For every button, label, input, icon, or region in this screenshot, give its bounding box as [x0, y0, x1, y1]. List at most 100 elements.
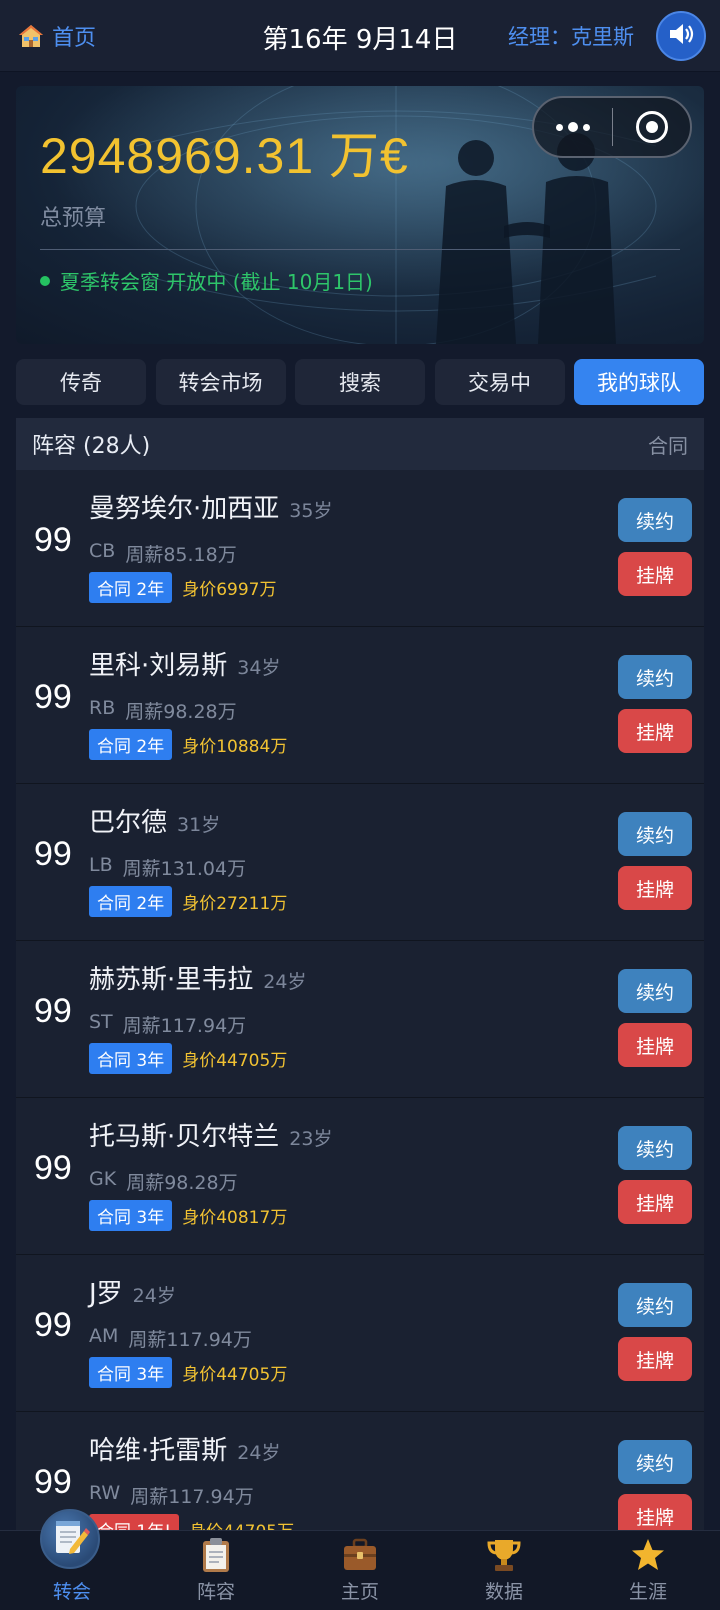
list-for-transfer-button[interactable]: 挂牌: [618, 552, 692, 596]
player-position: RB: [89, 697, 116, 719]
more-dots-icon-center: [568, 122, 578, 132]
player-value: 身价44705万: [182, 1051, 288, 1071]
contract-column-label: 合同: [648, 433, 688, 458]
close-miniprogram-button[interactable]: [613, 98, 690, 156]
player-position: CB: [89, 540, 116, 562]
player-value: 身价10884万: [182, 737, 288, 757]
renew-button[interactable]: 续约: [618, 1440, 692, 1484]
briefcase-icon: [340, 1535, 380, 1575]
player-value: 身价40817万: [182, 1208, 288, 1228]
player-age: 23岁: [289, 1128, 333, 1150]
player-row: 99 赫苏斯·里韦拉 24岁 ST 周薪117.94万 合同 3年 身价44705万 …: [16, 941, 704, 1098]
more-dots-icon: [556, 123, 563, 131]
transfer-window-text: 夏季转会窗 开放中 (截止 10月1日): [60, 270, 373, 294]
target-close-icon: [635, 111, 668, 143]
transfer-window-status: 夏季转会窗 开放中 (截止 10月1日): [40, 266, 373, 295]
player-age: 35岁: [289, 500, 333, 522]
player-rating: 99: [34, 835, 72, 873]
tab-transfer-market[interactable]: 转会市场: [155, 359, 286, 405]
list-for-transfer-button[interactable]: 挂牌: [618, 1023, 692, 1067]
player-row: 99 里科·刘易斯 34岁 RB 周薪98.28万 合同 2年 身价10884万 续约…: [16, 627, 704, 784]
contract-badge: 合同 3年: [89, 1357, 173, 1388]
bottom-nav: 转会 阵容 主页 数据 生涯: [0, 1509, 720, 1610]
player-rating: 99: [34, 1306, 72, 1344]
player-position: LB: [89, 854, 113, 876]
player-wage: 周薪98.28万: [125, 701, 237, 723]
contract-badge: 合同 3年: [89, 1200, 173, 1231]
renew-button[interactable]: 续约: [618, 1126, 692, 1170]
player-position: ST: [89, 1011, 113, 1033]
top-bar: 首页 第16年 9月14日 经理：克里斯: [0, 0, 720, 72]
nav-stats[interactable]: 数据: [432, 1531, 576, 1610]
player-rating: 99: [34, 678, 72, 716]
more-dots-icon-right: [583, 123, 590, 131]
player-value: 身价6997万: [182, 580, 277, 600]
nav-label: 阵容: [196, 1581, 235, 1603]
manager-name[interactable]: 经理：克里斯: [508, 21, 634, 51]
budget-amount: 2948969.31 万€: [40, 128, 409, 184]
player-name[interactable]: J罗: [89, 1273, 123, 1310]
player-value: 身价27211万: [182, 894, 288, 914]
player-position: RW: [89, 1482, 121, 1504]
budget-label: 总预算: [40, 206, 107, 231]
nav-label: 转会: [52, 1581, 91, 1603]
star-icon: [628, 1535, 668, 1575]
player-value: 身价44705万: [182, 1365, 288, 1385]
player-age: 34岁: [237, 657, 281, 679]
nav-squad[interactable]: 阵容: [144, 1531, 288, 1610]
player-wage: 周薪98.28万: [126, 1172, 238, 1194]
list-for-transfer-button[interactable]: 挂牌: [618, 1180, 692, 1224]
renew-button[interactable]: 续约: [618, 969, 692, 1013]
renew-button[interactable]: 续约: [618, 1283, 692, 1327]
contract-badge: 合同 3年: [89, 1043, 173, 1074]
player-name[interactable]: 里科·刘易斯: [89, 645, 227, 682]
contract-badge: 合同 2年: [89, 729, 173, 760]
roster-title: 阵容 (28人): [32, 434, 151, 459]
budget-banner: 2948969.31 万€ 总预算 夏季转会窗 开放中 (截止 10月1日): [16, 86, 704, 344]
player-rating: 99: [34, 1463, 72, 1501]
trophy-icon: [484, 1535, 524, 1575]
contract-badge: 合同 2年: [89, 572, 173, 603]
player-name[interactable]: 曼努埃尔·加西亚: [89, 488, 279, 525]
player-wage: 周薪117.94万: [122, 1015, 247, 1037]
more-menu-button[interactable]: [534, 98, 612, 156]
player-name[interactable]: 托马斯·贝尔特兰: [89, 1116, 279, 1153]
nav-label: 数据: [484, 1581, 523, 1603]
player-row: 99 托马斯·贝尔特兰 23岁 GK 周薪98.28万 合同 3年 身价40817万 …: [16, 1098, 704, 1255]
clipboard-icon: [196, 1535, 236, 1575]
tab-in-trade[interactable]: 交易中: [434, 359, 565, 405]
player-wage: 周薪117.94万: [130, 1486, 254, 1508]
list-for-transfer-button[interactable]: 挂牌: [618, 709, 692, 753]
active-nav-bubble: [40, 1509, 100, 1569]
player-rating: 99: [34, 992, 72, 1030]
player-list: 99 曼努埃尔·加西亚 35岁 CB 周薪85.18万 合同 2年 身价6997万 续…: [16, 470, 704, 1569]
player-name[interactable]: 哈维·托雷斯: [89, 1430, 227, 1467]
player-rating: 99: [34, 1149, 72, 1187]
player-age: 24岁: [132, 1285, 176, 1307]
nav-label: 生涯: [628, 1581, 667, 1603]
list-for-transfer-button[interactable]: 挂牌: [618, 866, 692, 910]
tab-my-team[interactable]: 我的球队: [574, 359, 704, 405]
player-name[interactable]: 巴尔德: [89, 802, 167, 839]
renew-button[interactable]: 续约: [618, 655, 692, 699]
list-for-transfer-button[interactable]: 挂牌: [618, 1337, 692, 1381]
player-row: 99 曼努埃尔·加西亚 35岁 CB 周薪85.18万 合同 2年 身价6997万 续…: [16, 470, 704, 627]
sound-toggle-button[interactable]: [656, 11, 706, 61]
player-name[interactable]: 赫苏斯·里韦拉: [89, 959, 253, 996]
renew-button[interactable]: 续约: [618, 498, 692, 542]
nav-transfer[interactable]: 转会: [0, 1509, 144, 1610]
tab-search[interactable]: 搜索: [295, 359, 425, 405]
player-rating: 99: [34, 521, 72, 559]
player-position: GK: [89, 1168, 117, 1190]
player-row: 99 巴尔德 31岁 LB 周薪131.04万 合同 2年 身价27211万 续约 挂…: [16, 784, 704, 941]
player-wage: 周薪131.04万: [122, 858, 247, 880]
player-age: 24岁: [237, 1442, 281, 1464]
contract-badge: 合同 2年: [89, 886, 173, 917]
tab-legends[interactable]: 传奇: [16, 359, 146, 405]
speaker-icon: [666, 19, 696, 53]
nav-career[interactable]: 生涯: [576, 1531, 720, 1610]
player-age: 24岁: [263, 971, 307, 993]
nav-home[interactable]: 主页: [288, 1531, 432, 1610]
roster-header: 阵容 (28人) 合同: [16, 418, 704, 470]
renew-button[interactable]: 续约: [618, 812, 692, 856]
